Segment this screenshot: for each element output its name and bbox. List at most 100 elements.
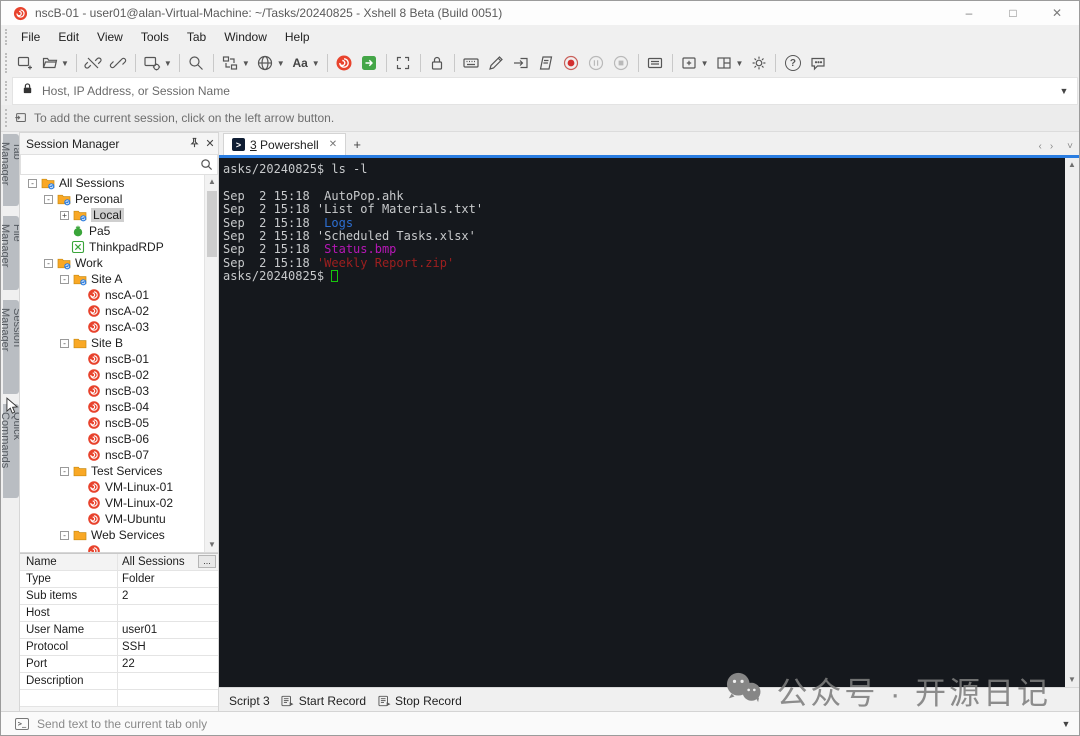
tab-list-icon[interactable]: ˅ <box>1067 141 1073 152</box>
property-value[interactable]: SSH <box>118 639 218 655</box>
record-button[interactable] <box>559 51 584 75</box>
new-session-button[interactable] <box>12 51 37 75</box>
property-value[interactable] <box>118 690 218 706</box>
tree-item-nscb-05[interactable]: nscB-05 <box>20 415 218 431</box>
fullscreen-button[interactable] <box>391 51 416 75</box>
scrollbar-thumb[interactable] <box>207 191 217 257</box>
help-button[interactable]: ? <box>780 51 805 75</box>
feedback-button[interactable] <box>805 51 830 75</box>
dropdown-caret-icon[interactable]: ▼ <box>164 59 172 68</box>
dropdown-caret-icon[interactable]: ▼ <box>736 59 744 68</box>
encoding-globe-button[interactable]: ▼ <box>253 51 288 75</box>
drag-grip[interactable] <box>5 53 8 73</box>
find-button[interactable] <box>184 51 209 75</box>
side-tab-session-manager[interactable]: Session Manager <box>1 300 23 394</box>
send-text-input[interactable] <box>37 716 1053 731</box>
drag-grip[interactable] <box>5 108 8 128</box>
tree-item-test-services[interactable]: - Test Services <box>20 463 218 479</box>
tree-item-nsca-02[interactable]: nscA-02 <box>20 303 218 319</box>
property-value[interactable]: Folder <box>118 571 218 587</box>
transfer-button[interactable]: ▼ <box>218 51 253 75</box>
maximize-button[interactable]: □ <box>991 1 1035 25</box>
collapse-icon[interactable]: - <box>60 274 69 284</box>
tree-item-thinkpadrdp[interactable]: ThinkpadRDP <box>20 239 218 255</box>
drag-grip[interactable] <box>5 28 8 46</box>
tab-close-icon[interactable]: ✕ <box>329 139 337 150</box>
keyboard-button[interactable] <box>459 51 484 75</box>
tree-item-local[interactable]: + Local <box>20 207 218 223</box>
tree-item-nscb-02[interactable]: nscB-02 <box>20 367 218 383</box>
tree-item-nscb-07[interactable]: nscB-07 <box>20 447 218 463</box>
scroll-up-icon[interactable]: ▲ <box>205 175 218 189</box>
property-value[interactable] <box>118 673 218 689</box>
menu-view[interactable]: View <box>88 25 132 49</box>
close-button[interactable]: ✕ <box>1035 1 1079 25</box>
address-field[interactable]: ▼ <box>12 77 1078 105</box>
tree-scrollbar[interactable]: ▲ ▼ <box>204 175 218 552</box>
ellipsis-button[interactable]: ... <box>198 555 216 568</box>
pause-button[interactable] <box>584 51 609 75</box>
close-panel-icon[interactable]: ✕ <box>202 137 218 150</box>
tree-item-nscb-06[interactable]: nscB-06 <box>20 431 218 447</box>
collapse-icon[interactable]: - <box>44 194 53 204</box>
pin-icon[interactable] <box>186 137 202 151</box>
minimize-button[interactable]: – <box>947 1 991 25</box>
tree-item-site-a[interactable]: - Site A <box>20 271 218 287</box>
terminal-tab-powershell[interactable]: > 3 Powershell ✕ <box>223 133 347 155</box>
property-value[interactable]: 22 <box>118 656 218 672</box>
menu-window[interactable]: Window <box>215 25 276 49</box>
xshell-logo-button[interactable] <box>332 51 357 75</box>
terminal-scrollbar[interactable]: ▲ ▼ <box>1065 158 1079 687</box>
font-aa-button[interactable]: Aa ▼ <box>288 51 323 75</box>
menu-tab[interactable]: Tab <box>178 25 215 49</box>
session-properties-button[interactable]: ▼ <box>140 51 175 75</box>
tree-item-nscb-01[interactable]: nscB-01 <box>20 351 218 367</box>
menu-help[interactable]: Help <box>276 25 319 49</box>
side-tab-file-manager[interactable]: File Manager <box>1 216 23 290</box>
new-tab-button[interactable]: ▼ <box>677 51 712 75</box>
tree-item-nsca-01[interactable]: nscA-01 <box>20 287 218 303</box>
tree-item-nsca-03[interactable]: nscA-03 <box>20 319 218 335</box>
scroll-up-icon[interactable]: ▲ <box>1065 158 1079 172</box>
tree-item-nscb-03[interactable]: nscB-03 <box>20 383 218 399</box>
side-tab-tab-manager[interactable]: Tab Manager <box>1 134 23 206</box>
dropdown-caret-icon[interactable]: ▼ <box>701 59 709 68</box>
quick-commands-button[interactable] <box>643 51 668 75</box>
collapse-icon[interactable]: - <box>60 530 69 540</box>
disconnect-button[interactable] <box>81 51 106 75</box>
scroll-down-icon[interactable]: ▼ <box>1065 673 1079 687</box>
dropdown-caret-icon[interactable]: ▼ <box>312 59 320 68</box>
property-value[interactable] <box>118 605 218 621</box>
collapse-icon[interactable]: - <box>60 338 69 348</box>
tree-item-work[interactable]: - Work <box>20 255 218 271</box>
open-folder-button[interactable]: ▼ <box>37 51 72 75</box>
property-value[interactable]: user01 <box>118 622 218 638</box>
tree-item-vm-ubuntu[interactable]: VM-Ubuntu <box>20 511 218 527</box>
search-icon[interactable] <box>200 158 213 171</box>
session-search-input[interactable] <box>21 158 200 171</box>
tree-item-web-services[interactable]: - Web Services <box>20 527 218 543</box>
tile-layout-button[interactable]: ▼ <box>712 51 747 75</box>
stop-button[interactable] <box>609 51 634 75</box>
property-value[interactable]: 2 <box>118 588 218 604</box>
tree-item-vm-linux-02[interactable]: VM-Linux-02 <box>20 495 218 511</box>
tree-item-partial[interactable] <box>20 543 218 552</box>
expand-icon[interactable]: + <box>60 210 69 220</box>
script-button[interactable] <box>534 51 559 75</box>
tab-next-icon[interactable]: › <box>1050 141 1053 152</box>
tab-prev-icon[interactable]: ‹ <box>1038 141 1041 152</box>
scroll-down-icon[interactable]: ▼ <box>205 538 218 552</box>
session-search-box[interactable] <box>20 154 218 175</box>
drag-grip[interactable] <box>5 81 8 101</box>
property-value[interactable]: All Sessions... <box>118 554 218 570</box>
collapse-icon[interactable]: - <box>60 466 69 476</box>
tree-item-vm-linux-01[interactable]: VM-Linux-01 <box>20 479 218 495</box>
address-dropdown-caret[interactable]: ▼ <box>1051 86 1077 96</box>
reconnect-button[interactable] <box>106 51 131 75</box>
dropdown-caret-icon[interactable]: ▼ <box>242 59 250 68</box>
stop-record-button[interactable]: Stop Record <box>376 693 462 708</box>
address-input[interactable] <box>42 84 1051 98</box>
menu-file[interactable]: File <box>12 25 49 49</box>
new-tab-button[interactable]: + <box>346 133 368 155</box>
collapse-icon[interactable]: - <box>44 258 53 268</box>
